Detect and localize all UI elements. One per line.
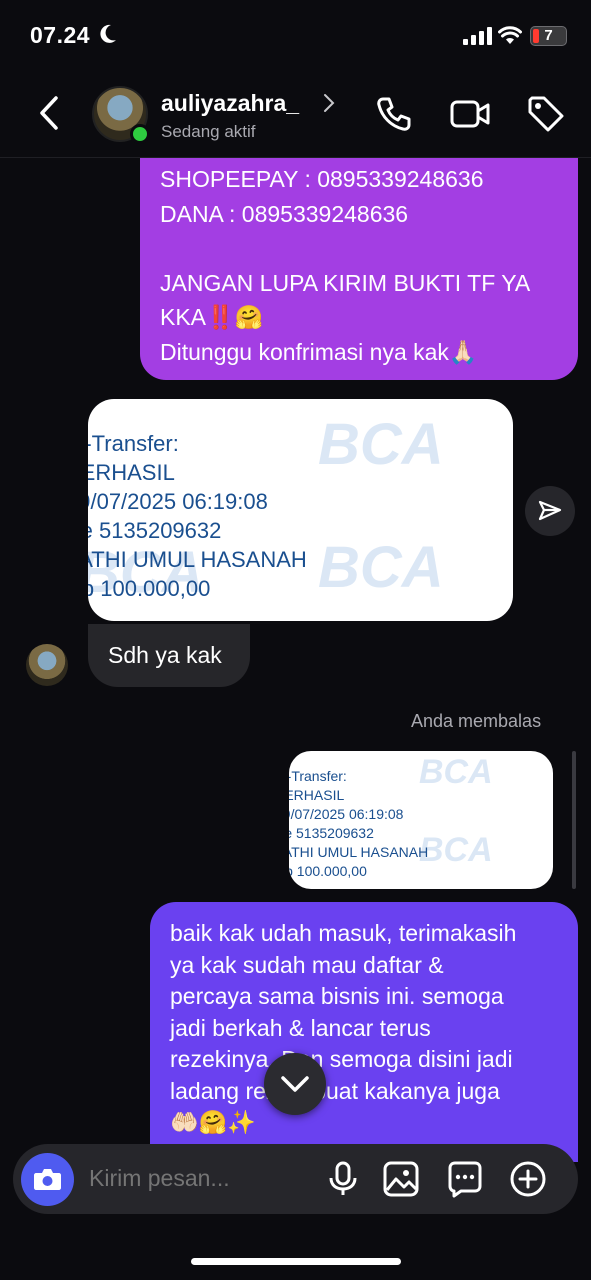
receipt-line: Ke 5135209632 xyxy=(289,825,374,841)
message-line: JANGAN LUPA KIRIM BUKTI TF YA xyxy=(160,269,531,296)
tag-icon[interactable] xyxy=(526,94,566,134)
receipt-line: Rp 100.000,00 xyxy=(88,576,211,601)
receipt-watermark: BCA xyxy=(318,412,444,477)
message-composer xyxy=(13,1144,578,1214)
phone-icon[interactable] xyxy=(374,94,414,134)
receipt-line: Rp 100.000,00 xyxy=(289,863,367,879)
message-line: rezekinya. Dan semoga disini jadi xyxy=(170,1046,513,1072)
receipt-line: m-Transfer: xyxy=(88,431,179,456)
receipt-line: 09/07/2025 06:19:08 xyxy=(88,489,268,514)
receipt-image[interactable]: BCA BCA BCA m-Transfer: BERHASIL 09/07/2… xyxy=(88,399,513,621)
share-button[interactable] xyxy=(525,486,575,536)
reply-label: Anda membalas xyxy=(411,711,542,731)
message-line: 🤲🏻🤗✨ xyxy=(170,1109,256,1135)
message-line: baik kak udah masuk, terimakasih xyxy=(170,920,517,946)
username[interactable]: auliyazahra_ xyxy=(161,90,299,117)
message-input[interactable] xyxy=(89,1165,309,1192)
message-line: ya kak sudah mau daftar & xyxy=(170,951,444,978)
home-indicator[interactable] xyxy=(191,1258,401,1265)
quoted-receipt-image[interactable]: BCA BCA m-Transfer: BERHASIL 09/07/2025 … xyxy=(289,751,553,889)
wifi-icon xyxy=(498,26,522,44)
camera-icon xyxy=(34,1169,61,1190)
gallery-icon[interactable] xyxy=(382,1160,420,1198)
sender-avatar[interactable] xyxy=(26,644,68,686)
battery-level: 7 xyxy=(544,27,553,44)
sticker-icon[interactable] xyxy=(446,1160,484,1198)
camera-button[interactable] xyxy=(21,1153,74,1206)
outgoing-message[interactable]: baik kak udah masuk, terimakasih ya kak … xyxy=(150,902,578,1162)
receipt-watermark: BCA xyxy=(318,535,444,600)
status-bar: 07.24 7 xyxy=(0,0,591,72)
receipt-line: FATHI UMUL HASANAH xyxy=(88,547,307,572)
incoming-message[interactable]: Sdh ya kak xyxy=(88,624,250,687)
chevron-down-icon xyxy=(281,1076,309,1092)
plus-icon[interactable] xyxy=(509,1160,547,1198)
moon-icon xyxy=(100,24,116,43)
receipt-line: 09/07/2025 06:19:08 xyxy=(289,806,404,822)
reply-indicator-bar xyxy=(572,751,576,889)
send-icon xyxy=(538,500,562,521)
message-text: Sdh ya kak xyxy=(108,642,222,668)
receipt-line: Ke 5135209632 xyxy=(88,518,222,543)
message-line: KKA‼️🤗 xyxy=(160,304,264,330)
battery-icon: 7 xyxy=(530,26,567,46)
status-time: 07.24 xyxy=(30,22,91,48)
chat-header: auliyazahra_ Sedang aktif xyxy=(0,72,591,158)
back-icon[interactable] xyxy=(34,92,64,134)
message-line: jadi berkah & lancar terus xyxy=(170,1014,431,1041)
message-line: SHOPEEPAY : 0895339248636 xyxy=(160,166,484,192)
message-line-blank xyxy=(160,231,558,266)
video-call-icon[interactable] xyxy=(450,94,490,134)
outgoing-message[interactable]: SHOPEEPAY : 0895339248636 DANA : 0895339… xyxy=(140,120,578,380)
receipt-text: m-Transfer: BERHASIL 09/07/2025 06:19:08… xyxy=(88,429,307,603)
receipt-watermark: BCA xyxy=(419,831,493,869)
receipt-text: m-Transfer: BERHASIL 09/07/2025 06:19:08… xyxy=(289,767,428,881)
receipt-line: BERHASIL xyxy=(88,460,175,485)
scroll-to-bottom-button[interactable] xyxy=(264,1053,326,1115)
microphone-icon[interactable] xyxy=(324,1160,362,1198)
receipt-line: FATHI UMUL HASANAH xyxy=(289,844,429,860)
message-line: Ditunggu konfrimasi nya kak🙏🏻 xyxy=(160,338,478,365)
chevron-right-icon[interactable] xyxy=(322,92,336,114)
active-status: Sedang aktif xyxy=(161,122,256,141)
receipt-line: m-Transfer: xyxy=(289,768,347,784)
receipt-line: BERHASIL xyxy=(289,787,345,803)
cellular-signal-icon xyxy=(463,27,492,45)
message-line: ladang rezeki buat kakanya juga xyxy=(170,1077,500,1104)
receipt-watermark: BCA xyxy=(419,753,493,791)
message-line: percaya sama bisnis ini. semoga xyxy=(170,983,504,1009)
online-status-dot xyxy=(130,124,150,144)
message-line: DANA : 0895339248636 xyxy=(160,200,409,227)
